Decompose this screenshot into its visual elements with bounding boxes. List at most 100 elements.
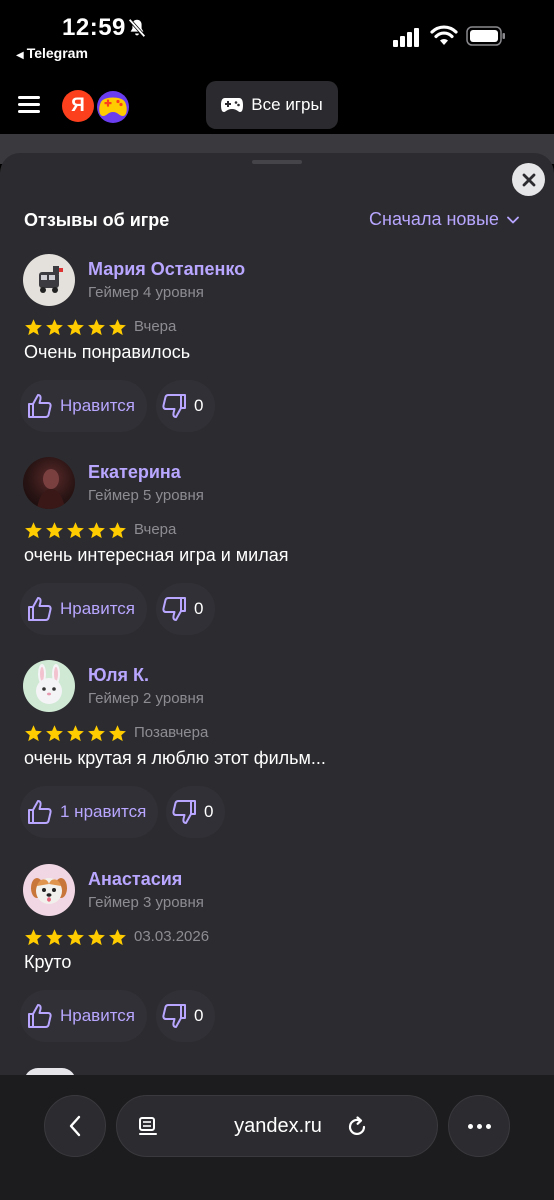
sort-dropdown[interactable]: Сначала новые <box>369 209 519 230</box>
like-button[interactable]: Нравится <box>20 990 148 1042</box>
yandex-logo[interactable]: Я <box>62 90 94 122</box>
reviewer-name[interactable]: Екатерина <box>88 462 181 483</box>
star-icon <box>46 522 63 539</box>
avatar[interactable] <box>23 254 75 306</box>
thumbs-up-icon <box>28 597 52 621</box>
star-icon <box>109 522 126 539</box>
star-icon <box>88 929 105 946</box>
browser-toolbar: yandex.ru <box>0 1075 554 1200</box>
reviewer-name[interactable]: Анастасия <box>88 869 182 890</box>
review-item: Екатерина Геймер 5 уровня Вчера очень ин… <box>0 457 554 647</box>
reviewer-name[interactable]: Мария Остапенко <box>88 259 245 280</box>
star-icon <box>109 929 126 946</box>
star-icon <box>25 929 42 946</box>
dislike-count: 0 <box>194 396 204 415</box>
like-button[interactable]: Нравится <box>20 583 148 635</box>
star-rating <box>24 521 127 540</box>
dislike-button[interactable]: 0 <box>166 786 226 838</box>
address-bar[interactable]: yandex.ru <box>116 1095 438 1157</box>
dislike-count: 0 <box>194 599 204 618</box>
reviewer-name[interactable]: Юля К. <box>88 665 149 686</box>
dislike-button[interactable]: 0 <box>156 990 216 1042</box>
dislike-button[interactable]: 0 <box>156 380 216 432</box>
avatar[interactable] <box>23 457 75 509</box>
thumbs-up-icon <box>28 800 52 824</box>
reviews-title: Отзывы об игре <box>24 210 170 230</box>
gamepad-icon <box>221 98 244 112</box>
chevron-down-icon <box>507 216 519 223</box>
thumbs-down-icon <box>162 394 186 418</box>
review-item: Юля К. Геймер 2 уровня Позавчера очень к… <box>0 660 554 850</box>
yandex-games-logo-icon[interactable] <box>94 88 132 124</box>
app-header: Я Все игры <box>0 70 554 134</box>
reviewer-level: Геймер 4 уровня <box>88 284 204 301</box>
thumbs-down-icon <box>172 800 196 824</box>
dislike-button[interactable]: 0 <box>156 583 216 635</box>
browser-back-button[interactable] <box>44 1095 106 1157</box>
sort-label: Сначала новые <box>369 209 499 229</box>
star-icon <box>67 929 84 946</box>
close-button[interactable] <box>512 163 545 196</box>
star-rating <box>24 928 127 947</box>
star-icon <box>88 319 105 336</box>
thumbs-down-icon <box>162 597 186 621</box>
star-icon <box>46 929 63 946</box>
dislike-count: 0 <box>204 802 214 821</box>
status-time: 12:59 <box>62 14 126 41</box>
avatar[interactable] <box>23 864 75 916</box>
battery-icon <box>466 26 505 46</box>
photo-avatar-icon <box>37 469 65 509</box>
back-app-label: Telegram <box>26 45 88 61</box>
reviewer-level: Геймер 5 уровня <box>88 487 204 504</box>
dot-icon <box>485 1123 491 1129</box>
like-label: Нравится <box>60 1006 136 1025</box>
url-text: yandex.ru <box>234 1115 322 1137</box>
review-text: очень интересная игра и милая <box>24 545 289 565</box>
status-bar: 12:59 ◀ Telegram <box>0 0 554 70</box>
thumbs-down-icon <box>162 1004 186 1028</box>
sheet-grabber[interactable] <box>252 160 302 164</box>
star-icon <box>25 522 42 539</box>
dislike-count: 0 <box>194 1006 204 1025</box>
star-icon <box>88 522 105 539</box>
like-label: Нравится <box>60 599 136 618</box>
review-text: очень крутая я люблю этот фильм... <box>24 748 326 768</box>
more-options-button[interactable] <box>448 1095 510 1157</box>
like-button[interactable]: 1 нравится <box>20 786 159 838</box>
like-label: Нравится <box>60 396 136 415</box>
review-date: Вчера <box>134 318 177 335</box>
star-icon <box>88 725 105 742</box>
close-icon <box>522 173 535 186</box>
bell-off-icon <box>128 18 146 38</box>
wifi-icon <box>430 25 458 45</box>
chevron-left-icon <box>69 1115 81 1137</box>
like-button[interactable]: Нравится <box>20 380 148 432</box>
back-to-app-link[interactable]: ◀ Telegram <box>16 45 88 61</box>
review-text: Очень понравилось <box>24 342 191 362</box>
reviews-sheet: Отзывы об игре Сначала новые Мария Остап… <box>0 153 554 1075</box>
cellular-signal-icon <box>393 28 419 47</box>
bunny-avatar-icon <box>36 664 62 704</box>
review-text: Круто <box>24 952 72 972</box>
dot-icon <box>476 1123 482 1129</box>
back-triangle-icon: ◀ <box>16 50 24 61</box>
star-icon <box>25 725 42 742</box>
star-icon <box>109 725 126 742</box>
reviewer-level: Геймер 3 уровня <box>88 894 204 911</box>
reload-icon[interactable] <box>345 1115 369 1139</box>
puppy-avatar-icon <box>31 878 67 904</box>
star-icon <box>109 319 126 336</box>
review-item: Мария Остапенко Геймер 4 уровня Вчера Оч… <box>0 254 554 444</box>
review-item: Анастасия Геймер 3 уровня 03.03.2026 Кру… <box>0 864 554 1054</box>
star-rating <box>24 724 127 743</box>
avatar[interactable] <box>23 660 75 712</box>
star-icon <box>46 319 63 336</box>
train-avatar-icon <box>39 266 63 293</box>
like-label: 1 нравится <box>60 802 147 821</box>
all-games-button[interactable]: Все игры <box>206 81 338 129</box>
review-date: 03.03.2026 <box>134 928 210 945</box>
hamburger-menu-icon[interactable] <box>18 96 40 114</box>
reviewer-level: Геймер 2 уровня <box>88 690 204 707</box>
star-icon <box>25 319 42 336</box>
review-date: Вчера <box>134 521 177 538</box>
